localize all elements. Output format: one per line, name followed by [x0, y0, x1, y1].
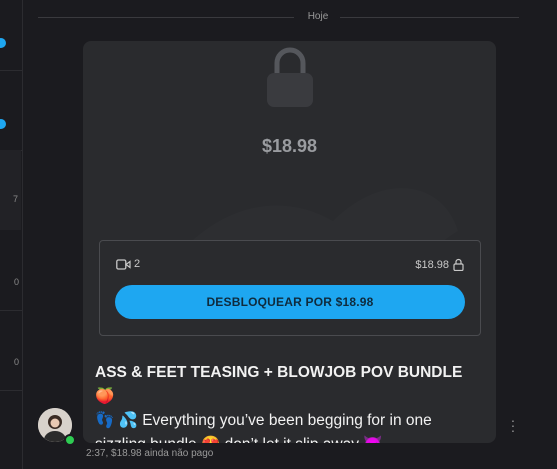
chat-list-item[interactable] — [0, 0, 22, 71]
locked-price: $18.98 — [261, 136, 318, 156]
small-lock-icon — [453, 258, 464, 271]
divider-line — [340, 17, 519, 18]
lock-icon — [267, 47, 313, 107]
chat-list-item[interactable]: 0 — [0, 310, 22, 391]
more-vertical-icon[interactable]: · · · — [508, 413, 518, 437]
chat-list-item[interactable]: 0 — [0, 230, 22, 311]
message-meta: 2:37, $18.98 ainda não pago — [86, 448, 213, 459]
locked-media-card[interactable]: $18.98 2 $18.98 DESBLOQUEAR POR $18.98 A… — [83, 41, 496, 443]
unlock-panel: 2 $18.98 DESBLOQUEAR POR $18.98 — [99, 240, 481, 336]
date-label: Hoje — [307, 11, 329, 22]
divider-line — [38, 17, 294, 18]
chat-list-item[interactable] — [0, 70, 22, 151]
panel-price-value: $18.98 — [415, 258, 449, 271]
caption-body: 👣 💦 Everything you’ve been begging for i… — [95, 412, 432, 443]
online-status-dot — [64, 434, 76, 446]
chat-list-item-selected[interactable]: 7 — [0, 150, 21, 230]
panel-price: $18.98 — [415, 258, 464, 271]
chat-list-count: 7 — [12, 194, 18, 204]
chat-list-count: 0 — [13, 277, 19, 287]
unlock-button[interactable]: DESBLOQUEAR POR $18.98 — [115, 285, 465, 319]
media-count-value: 2 — [134, 258, 141, 270]
date-divider — [38, 17, 519, 18]
post-caption: ASS & FEET TEASING + BLOWJOB POV BUNDLE … — [95, 361, 479, 443]
caption-title: ASS & FEET TEASING + BLOWJOB POV BUNDLE … — [95, 364, 463, 405]
video-icon — [116, 258, 131, 270]
media-count: 2 — [116, 258, 140, 270]
chat-list-sidebar: 7 0 0 — [0, 0, 23, 469]
unread-dot — [0, 119, 6, 129]
payment-status: $18.98 ainda não pago — [111, 448, 214, 459]
message-time: 2:37, — [86, 448, 109, 459]
chat-list-count: 0 — [13, 357, 19, 367]
unread-dot — [0, 38, 6, 48]
